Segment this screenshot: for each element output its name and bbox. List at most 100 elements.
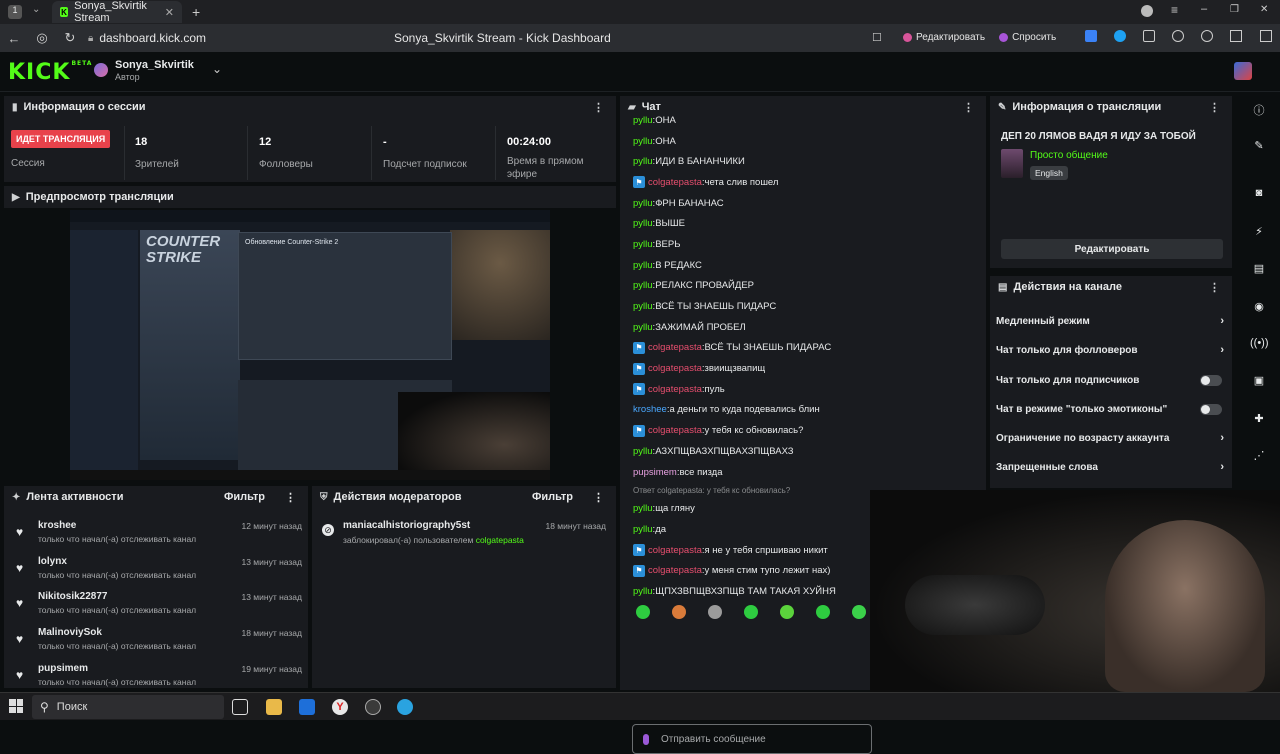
emotes-only-toggle[interactable] bbox=[1200, 403, 1222, 415]
chat-username[interactable]: kroshee bbox=[633, 404, 667, 415]
activity-filter-button[interactable]: Фильтр bbox=[224, 491, 265, 503]
chat-input[interactable]: Отправить сообщение bbox=[632, 724, 872, 754]
chat-username[interactable]: pyllu bbox=[633, 280, 653, 291]
close-window-icon[interactable]: ✕ bbox=[1260, 4, 1268, 15]
ask-ai-button[interactable]: Спросить bbox=[999, 32, 1056, 43]
stream-preview-video[interactable]: COUNTER STRIKE Обновление Counter-Strike… bbox=[70, 210, 550, 480]
outlook-icon[interactable] bbox=[299, 699, 315, 715]
tab-close-icon[interactable]: ✕ bbox=[165, 6, 174, 19]
chat-username[interactable]: pyllu bbox=[633, 503, 653, 514]
tab-list-chevron-icon[interactable]: ⌄ bbox=[32, 4, 40, 15]
moderator-name[interactable]: maniacalhistoriography5st bbox=[343, 520, 470, 531]
chat-username[interactable]: pyllu bbox=[633, 446, 653, 457]
avatar[interactable] bbox=[94, 63, 108, 77]
follower-name[interactable]: lolynx bbox=[38, 556, 67, 567]
lightning-icon[interactable]: ⚡︎ bbox=[1250, 225, 1268, 243]
emote-icon[interactable] bbox=[816, 605, 830, 619]
chat-username[interactable]: colgatepasta bbox=[648, 384, 702, 395]
document-icon[interactable]: ▤ bbox=[1250, 262, 1268, 280]
chat-username[interactable]: pyllu bbox=[633, 115, 653, 126]
edit-icon[interactable]: ✎ bbox=[1250, 139, 1268, 157]
url-text[interactable]: dashboard.kick.com bbox=[99, 31, 206, 45]
translate-extension-icon[interactable] bbox=[1085, 30, 1097, 42]
bookmark-icon[interactable]: ☐ bbox=[872, 31, 882, 44]
chat-username[interactable]: colgatepasta bbox=[648, 342, 702, 353]
microphone-icon[interactable] bbox=[643, 733, 649, 745]
chat-username[interactable]: colgatepasta bbox=[648, 177, 702, 188]
tab-actions-icon[interactable]: 1 bbox=[8, 5, 22, 19]
chat-username[interactable]: pyllu bbox=[633, 260, 653, 271]
slow-mode-option[interactable]: Медленный режим › bbox=[996, 310, 1224, 332]
telegram-icon[interactable] bbox=[397, 699, 413, 715]
task-view-icon[interactable] bbox=[232, 699, 248, 715]
minimize-icon[interactable]: – bbox=[1201, 3, 1207, 15]
follower-name[interactable]: kroshee bbox=[38, 520, 76, 531]
follower-name[interactable]: pupsimem bbox=[38, 663, 88, 674]
follower-name[interactable]: Nikitosik22877 bbox=[38, 591, 108, 602]
stream-info-menu-icon[interactable]: ⋮ bbox=[1209, 101, 1220, 114]
chat-username[interactable]: pyllu bbox=[633, 218, 653, 229]
extensions-icon[interactable] bbox=[1172, 30, 1184, 42]
protect-icon[interactable]: ◎ bbox=[28, 30, 56, 46]
follower-name[interactable]: MalinoviySok bbox=[38, 627, 102, 638]
camera-icon[interactable]: ◙ bbox=[1250, 187, 1268, 205]
chat-username[interactable]: colgatepasta bbox=[648, 425, 702, 436]
browser-tab[interactable]: K Sonya_Skvirtik Stream ✕ bbox=[52, 0, 182, 24]
activity-menu-icon[interactable]: ⋮ bbox=[285, 491, 296, 504]
emote-icon[interactable] bbox=[744, 605, 758, 619]
user-avatar[interactable] bbox=[1234, 62, 1252, 80]
emote-icon[interactable] bbox=[708, 605, 722, 619]
obs-icon[interactable] bbox=[365, 699, 381, 715]
mod-filter-button[interactable]: Фильтр bbox=[532, 491, 573, 503]
notes-extension-icon[interactable] bbox=[1143, 30, 1155, 42]
emote-icon[interactable] bbox=[672, 605, 686, 619]
sidebar-toggle-icon[interactable] bbox=[1230, 30, 1242, 42]
chat-username[interactable]: pyllu bbox=[633, 136, 653, 147]
edit-ai-button[interactable]: Редактировать bbox=[903, 32, 985, 43]
downloads-icon[interactable] bbox=[1260, 30, 1272, 42]
emote-icon[interactable] bbox=[780, 605, 794, 619]
category-name[interactable]: Просто общение bbox=[1030, 150, 1108, 161]
share-icon[interactable]: ⋰ bbox=[1250, 449, 1268, 467]
browser-menu-icon[interactable]: ≡ bbox=[1171, 3, 1178, 17]
channel-name[interactable]: Sonya_Skvirtik bbox=[115, 59, 194, 71]
edit-stream-button[interactable]: Редактировать bbox=[1001, 239, 1223, 259]
chat-username[interactable]: pyllu bbox=[633, 239, 653, 250]
chat-username[interactable]: pyllu bbox=[633, 156, 653, 167]
back-icon[interactable]: ← bbox=[0, 31, 28, 46]
chat-username[interactable]: colgatepasta bbox=[648, 545, 702, 556]
chat-username[interactable]: pyllu bbox=[633, 198, 653, 209]
category-thumbnail[interactable] bbox=[1001, 149, 1023, 178]
extension-icon[interactable] bbox=[1114, 30, 1126, 42]
chat-username[interactable]: pupsimem bbox=[633, 467, 677, 478]
media-icon[interactable] bbox=[1201, 30, 1213, 42]
taskbar-search[interactable]: ⚲ Поиск bbox=[32, 695, 224, 719]
broadcast-icon[interactable]: ((•)) bbox=[1250, 337, 1269, 355]
yandex-browser-icon[interactable]: Y bbox=[332, 699, 348, 715]
banned-words-option[interactable]: Запрещенные слова › bbox=[996, 456, 1224, 478]
emote-icon[interactable] bbox=[636, 605, 650, 619]
tools-icon[interactable]: ✚ bbox=[1250, 412, 1268, 430]
channel-switch-chevron-icon[interactable]: ⌄ bbox=[212, 62, 222, 76]
subscribers-only-toggle[interactable] bbox=[1200, 374, 1222, 386]
session-menu-icon[interactable]: ⋮ bbox=[593, 101, 604, 114]
profile-icon[interactable] bbox=[1141, 5, 1153, 17]
chat-username[interactable]: pyllu bbox=[633, 524, 653, 535]
file-explorer-icon[interactable] bbox=[266, 699, 282, 715]
account-age-option[interactable]: Ограничение по возрасту аккаунта › bbox=[996, 427, 1224, 449]
emote-icon[interactable] bbox=[852, 605, 866, 619]
mod-menu-icon[interactable]: ⋮ bbox=[593, 491, 604, 504]
layout-icon[interactable]: ▣ bbox=[1250, 374, 1268, 392]
kick-logo[interactable]: KICKBETA bbox=[8, 60, 92, 85]
reload-icon[interactable]: ↻ bbox=[56, 30, 84, 46]
channel-actions-menu-icon[interactable]: ⋮ bbox=[1209, 281, 1220, 294]
chat-username[interactable]: colgatepasta bbox=[648, 363, 702, 374]
chat-username[interactable]: pyllu bbox=[633, 586, 653, 597]
chat-username[interactable]: pyllu bbox=[633, 301, 653, 312]
new-tab-icon[interactable]: + bbox=[192, 4, 200, 20]
chat-username[interactable]: pyllu bbox=[633, 322, 653, 333]
windows-start-icon[interactable] bbox=[9, 699, 23, 713]
info-icon[interactable]: ⓘ bbox=[1250, 102, 1268, 120]
chat-username[interactable]: colgatepasta bbox=[648, 565, 702, 576]
maximize-icon[interactable]: ❐ bbox=[1230, 4, 1239, 15]
